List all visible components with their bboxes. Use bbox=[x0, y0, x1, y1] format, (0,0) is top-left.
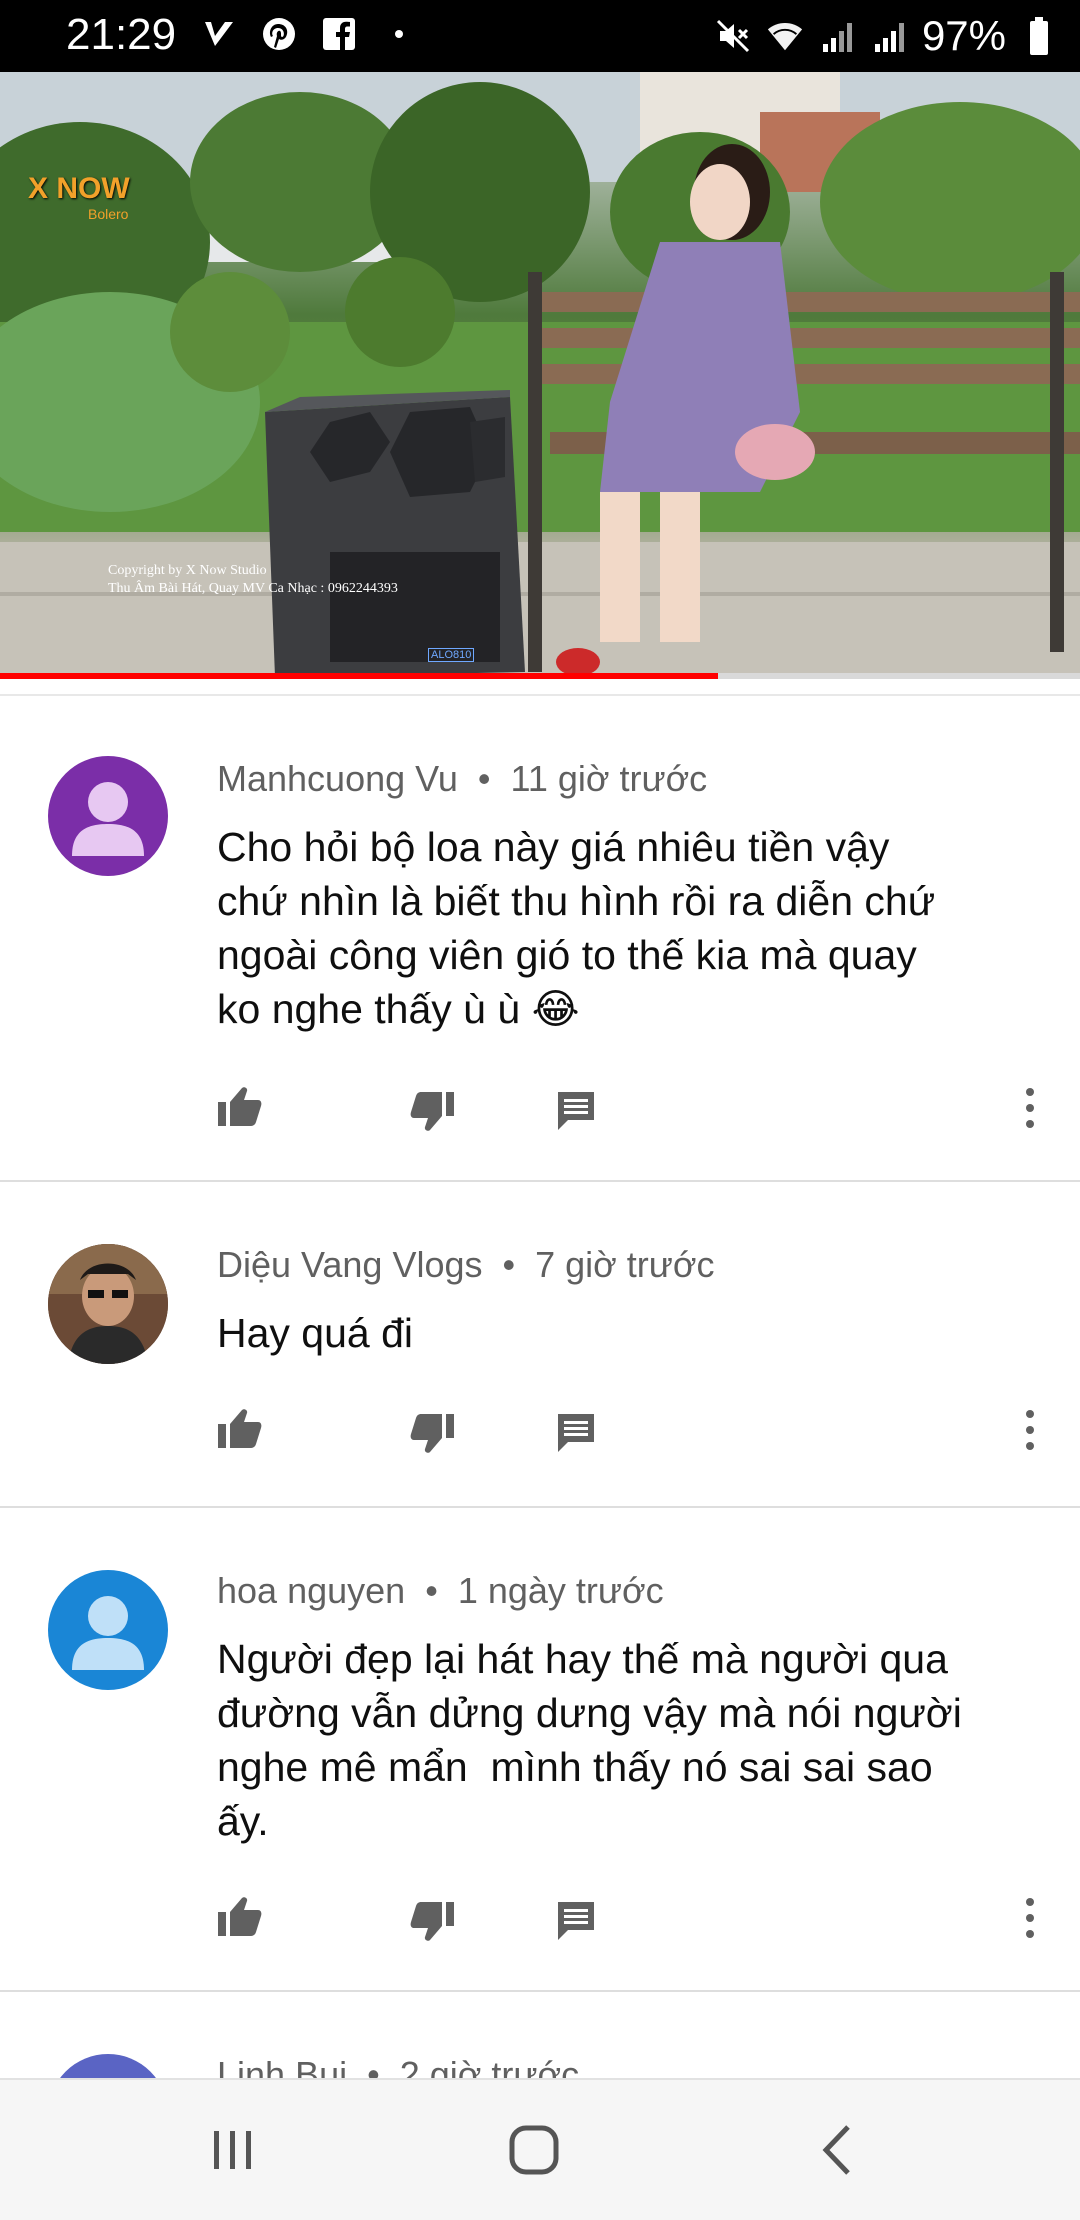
person-icon bbox=[72, 782, 144, 856]
reply-button[interactable] bbox=[548, 1404, 604, 1460]
comment-time: 1 ngày trước bbox=[457, 1570, 664, 1611]
check-app-icon bbox=[200, 14, 238, 54]
comment-meta: hoa nguyen • 1 ngày trước bbox=[217, 1570, 664, 1612]
wifi-icon bbox=[766, 16, 804, 56]
like-button[interactable] bbox=[212, 1078, 268, 1134]
comment-line: ấy. bbox=[217, 1798, 269, 1844]
thumb-up-icon bbox=[218, 1409, 262, 1448]
home-icon bbox=[509, 2125, 559, 2175]
video-player[interactable]: X NOW Bolero Copyright by X Now Studio T… bbox=[0, 72, 1080, 678]
watermark-line1: Copyright by X Now Studio bbox=[108, 563, 267, 578]
mute-icon bbox=[714, 16, 752, 56]
thumb-up-icon bbox=[218, 1087, 262, 1126]
notification-icons bbox=[200, 14, 418, 54]
comment-author[interactable]: hoa nguyen bbox=[217, 1570, 405, 1611]
comment-item: hoa nguyen • 1 ngày trước Người đẹp lại … bbox=[0, 1508, 1080, 1992]
system-status: 97% bbox=[714, 12, 1058, 60]
thumb-down-icon bbox=[410, 1902, 454, 1941]
reply-comment-icon bbox=[558, 1902, 594, 1940]
comment-text: Người đẹp lại hát hay thế mà người qua đ… bbox=[217, 1632, 1037, 1848]
signal-icon bbox=[870, 16, 908, 56]
meta-separator: • bbox=[477, 758, 491, 799]
battery-icon bbox=[1020, 16, 1058, 56]
speaker-label: ALO810 bbox=[428, 648, 475, 662]
like-button[interactable] bbox=[212, 1400, 268, 1456]
comment-line: ko nghe thấy ù ù 😂 bbox=[217, 986, 580, 1032]
more-vert-icon[interactable] bbox=[1018, 1402, 1042, 1458]
dislike-button[interactable] bbox=[404, 1084, 460, 1140]
comment-line: nghe mê mẩn mình thấy nó sai sai sao bbox=[217, 1744, 933, 1790]
thumb-down-icon bbox=[410, 1414, 454, 1453]
comment-meta: Diệu Vang Vlogs • 7 giờ trước bbox=[217, 1244, 715, 1286]
avatar[interactable] bbox=[48, 756, 168, 876]
meta-separator: • bbox=[425, 1570, 438, 1611]
comment-meta: Manhcuong Vu • 11 giờ trước bbox=[217, 758, 707, 800]
like-button[interactable] bbox=[212, 1888, 268, 1944]
back-button[interactable] bbox=[798, 2110, 878, 2190]
more-vert-icon[interactable] bbox=[1018, 1890, 1042, 1946]
dislike-button[interactable] bbox=[404, 1894, 460, 1950]
back-icon bbox=[822, 2125, 850, 2175]
avatar[interactable] bbox=[48, 1570, 168, 1690]
pinterest-icon bbox=[260, 14, 298, 54]
facebook-icon bbox=[320, 14, 358, 54]
reply-comment-icon bbox=[558, 1414, 594, 1452]
comment-time: 11 giờ trước bbox=[510, 758, 708, 799]
battery-percent: 97% bbox=[921, 12, 1006, 59]
status-bar: 21:29 97% bbox=[0, 0, 1080, 72]
person-icon bbox=[72, 1596, 144, 1670]
watermark-line2: Thu Âm Bài Hát, Quay MV Ca Nhạc : 096224… bbox=[108, 581, 398, 596]
comment-text: Cho hỏi bộ loa này giá nhiêu tiền vậy ch… bbox=[217, 820, 1037, 1036]
meta-separator: • bbox=[502, 1244, 516, 1285]
thumb-down-icon bbox=[410, 1092, 454, 1131]
watermark: Copyright by X Now Studio Thu Âm Bài Hát… bbox=[108, 562, 398, 598]
channel-logo-sub: Bolero bbox=[88, 206, 129, 222]
video-progress-bar[interactable] bbox=[0, 673, 1080, 679]
signal-icon bbox=[818, 16, 856, 56]
video-progress-fill bbox=[0, 673, 719, 679]
comment-author[interactable]: Diệu Vang Vlogs bbox=[217, 1244, 483, 1285]
channel-logo: X NOW Bolero bbox=[28, 172, 168, 222]
thumb-up-icon bbox=[218, 1897, 262, 1936]
reply-comment-icon bbox=[558, 1092, 594, 1130]
avatar[interactable] bbox=[48, 1244, 168, 1364]
comment-line: ngoài công viên gió to thế kia mà quay bbox=[217, 932, 917, 978]
dislike-button[interactable] bbox=[404, 1406, 460, 1462]
recent-apps-button[interactable] bbox=[193, 2110, 273, 2190]
dot-icon bbox=[380, 14, 418, 54]
comment-line: đường vẫn dửng dưng vậy mà nói người bbox=[217, 1690, 962, 1736]
more-vert-icon[interactable] bbox=[1018, 1080, 1042, 1136]
reply-button[interactable] bbox=[548, 1892, 604, 1948]
profile-photo bbox=[48, 1244, 168, 1364]
comment-author[interactable]: Manhcuong Vu bbox=[217, 758, 458, 799]
comment-item: Manhcuong Vu • 11 giờ trước Cho hỏi bộ l… bbox=[0, 696, 1080, 1182]
comment-line: Hay quá đi bbox=[217, 1310, 414, 1356]
comment-item: Diệu Vang Vlogs • 7 giờ trước Hay quá đi bbox=[0, 1182, 1080, 1508]
channel-logo-text: X NOW bbox=[28, 172, 130, 205]
comment-time: 7 giờ trước bbox=[535, 1244, 715, 1285]
comment-text: Hay quá đi bbox=[217, 1306, 1037, 1360]
reply-button[interactable] bbox=[548, 1082, 604, 1138]
comment-line: Cho hỏi bộ loa này giá nhiêu tiền vậy bbox=[217, 824, 890, 870]
comment-line: chứ nhìn là biết thu hình rồi ra diễn ch… bbox=[217, 878, 936, 924]
recent-apps-icon bbox=[214, 2131, 251, 2169]
comment-line: Người đẹp lại hát hay thế mà người qua bbox=[217, 1636, 948, 1682]
home-button[interactable] bbox=[494, 2110, 574, 2190]
system-nav-bar bbox=[0, 2078, 1080, 2220]
status-time: 21:29 bbox=[66, 10, 177, 59]
comments-list: Manhcuong Vu • 11 giờ trước Cho hỏi bộ l… bbox=[0, 696, 1080, 2192]
